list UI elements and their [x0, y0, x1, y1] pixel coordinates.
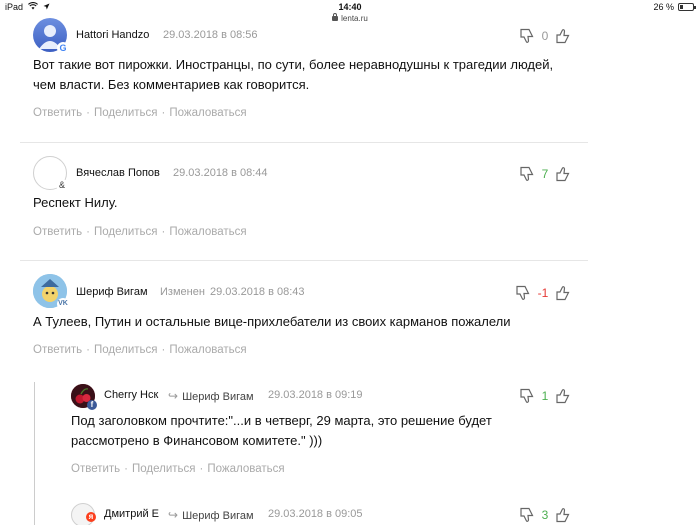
reply-arrow-icon: ↪ [168, 508, 179, 522]
vote-count: 1 [541, 389, 549, 403]
social-badge-icon: & [56, 179, 68, 191]
facebook-icon: f [87, 400, 97, 410]
thumb-down-icon[interactable] [520, 388, 534, 404]
avatar[interactable]: я [71, 503, 96, 525]
reply-link[interactable]: Ответить [33, 107, 82, 119]
avatar[interactable]: & [33, 156, 68, 191]
thumb-down-icon[interactable] [520, 166, 534, 182]
url-bar[interactable]: lenta.ru [0, 13, 700, 23]
avatar[interactable]: G [33, 18, 69, 54]
battery-fill [680, 5, 683, 9]
thumb-up-icon[interactable] [556, 166, 570, 182]
comment-text: А Тулеев, Путин и остальные вице-прихлеб… [33, 314, 511, 329]
vote-count: 3 [541, 508, 549, 522]
avatar[interactable]: VK [33, 274, 69, 310]
reply-to-name: Шериф Вигам [182, 391, 254, 403]
separator: · [161, 344, 166, 356]
comment-actions: Ответить · Поделиться · Пожаловаться [33, 226, 247, 238]
divider [20, 142, 588, 143]
share-link[interactable]: Поделиться [94, 344, 158, 356]
thread-line [34, 382, 35, 525]
url-text: lenta.ru [341, 14, 368, 23]
reply-arrow-icon: ↪ [168, 389, 179, 403]
yandex-icon: я [86, 512, 96, 522]
clock: 14:40 [338, 2, 362, 12]
reply-date: 29.03.2018 в 09:05 [268, 508, 363, 520]
share-link[interactable]: Поделиться [132, 463, 196, 475]
report-link[interactable]: Пожаловаться [169, 226, 246, 238]
separator: · [86, 226, 90, 238]
reply-text-line: рассмотрено в Финансовом комитете." ))) [71, 433, 323, 448]
thumb-up-icon[interactable] [556, 28, 570, 44]
comment-author[interactable]: Hattori Handzo [76, 29, 149, 41]
thumb-down-icon[interactable] [520, 507, 534, 523]
reply-author[interactable]: Дмитрий Е [104, 508, 159, 520]
separator: · [161, 107, 166, 119]
reply-to-name: Шериф Вигам [182, 510, 254, 522]
share-link[interactable]: Поделиться [94, 226, 158, 238]
separator: · [86, 107, 90, 119]
vote-box: 0 [520, 28, 570, 44]
reply-date: 29.03.2018 в 09:19 [268, 389, 363, 401]
reply-to[interactable]: ↪ Шериф Вигам [168, 389, 254, 403]
comment-text: Вот такие вот пирожки. Иностранцы, по су… [33, 57, 554, 92]
vk-icon: VK [57, 298, 69, 310]
avatar[interactable]: f [71, 384, 97, 410]
thumb-up-icon[interactable] [556, 507, 570, 523]
comment-author[interactable]: Вячеслав Попов [76, 167, 160, 179]
comment-text: Респект Нилу. [33, 195, 118, 210]
comment-date: 29.03.2018 в 08:43 [210, 286, 305, 298]
vote-count: 7 [541, 167, 549, 181]
vote-count: -1 [537, 286, 549, 300]
vote-box: 7 [520, 166, 570, 182]
comment-author[interactable]: Шериф Вигам [76, 286, 148, 298]
reply-text-line: Под заголовком прочтите:"...и в четверг,… [71, 413, 492, 428]
report-link[interactable]: Пожаловаться [207, 463, 284, 475]
separator: · [86, 344, 90, 356]
battery-percent: 26 % [653, 2, 674, 12]
vote-count: 0 [541, 29, 549, 43]
reply-author[interactable]: Cherry Нск [104, 389, 158, 401]
reply-link[interactable]: Ответить [71, 463, 120, 475]
vote-box: 3 [520, 507, 570, 523]
thumb-up-icon[interactable] [556, 285, 570, 301]
thumb-down-icon[interactable] [516, 285, 530, 301]
reply-actions: Ответить · Поделиться · Пожаловаться [71, 463, 285, 475]
report-link[interactable]: Пожаловаться [169, 107, 246, 119]
status-right: 26 % [653, 2, 696, 12]
google-icon: G [57, 42, 69, 54]
separator: · [161, 226, 166, 238]
vote-box: -1 [516, 285, 570, 301]
comment-actions: Ответить · Поделиться · Пожаловаться [33, 107, 247, 119]
reply-link[interactable]: Ответить [33, 344, 82, 356]
thumb-down-icon[interactable] [520, 28, 534, 44]
comment-actions: Ответить · Поделиться · Пожаловаться [33, 344, 247, 356]
comment-date: 29.03.2018 в 08:56 [163, 29, 258, 41]
reply-link[interactable]: Ответить [33, 226, 82, 238]
share-link[interactable]: Поделиться [94, 107, 158, 119]
thumb-up-icon[interactable] [556, 388, 570, 404]
comment-edited: Изменен [160, 286, 205, 298]
vote-box: 1 [520, 388, 570, 404]
reply-text: Под заголовком прочтите:"...и в четверг,… [71, 411, 571, 451]
separator: · [124, 463, 128, 475]
separator: · [199, 463, 204, 475]
divider [20, 260, 588, 261]
status-bar: iPad 14:40 lenta.ru 26 % [0, 0, 700, 28]
reply-to[interactable]: ↪ Шериф Вигам [168, 508, 254, 522]
comment-date: 29.03.2018 в 08:44 [173, 167, 268, 179]
battery-icon [678, 3, 696, 11]
lock-icon [332, 13, 339, 21]
report-link[interactable]: Пожаловаться [169, 344, 246, 356]
